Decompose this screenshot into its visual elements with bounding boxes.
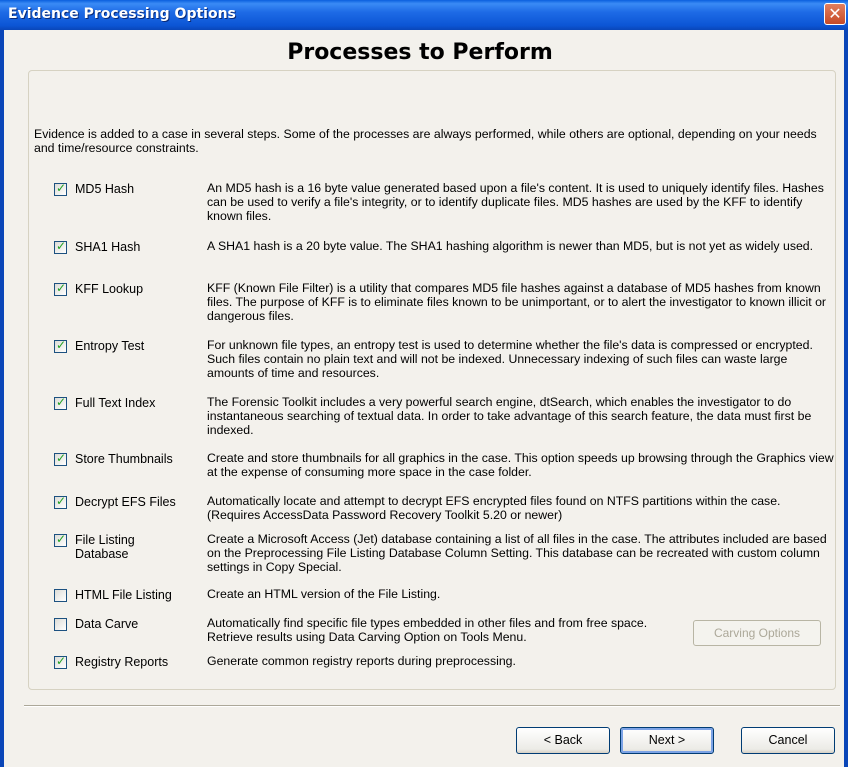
file-listing-database-description: Create a Microsoft Access (Jet) database… [207,532,827,574]
store-thumbnails-label[interactable]: Store Thumbnails [75,452,200,466]
kff-lookup-description: KFF (Known File Filter) is a utility tha… [207,281,827,323]
check-icon: ✓ [56,239,67,253]
next-button[interactable]: Next > [620,727,714,754]
check-icon: ✓ [56,338,67,352]
html-file-listing-checkbox[interactable] [54,589,67,602]
sha1-hash-description: A SHA1 hash is a 20 byte value. The SHA1… [207,239,814,253]
store-thumbnails-description: Create and store thumbnails for all grap… [207,451,834,479]
window-title: Evidence Processing Options [8,6,236,22]
html-file-listing-label[interactable]: HTML File Listing [75,588,200,602]
intro-text: Evidence is added to a case in several s… [34,127,817,155]
data-carve-description: Automatically find specific file types e… [207,616,648,644]
file-listing-database-label[interactable]: File Listing Database [75,533,165,561]
file-listing-database-checkbox[interactable]: ✓ [54,532,67,547]
md5-hash-checkbox[interactable]: ✓ [54,181,67,196]
sha1-hash-checkbox[interactable]: ✓ [54,239,67,254]
check-icon: ✓ [56,494,67,508]
store-thumbnails-checkbox[interactable]: ✓ [54,451,67,466]
carving-options-button[interactable]: Carving Options [693,620,821,646]
sha1-hash-label[interactable]: SHA1 Hash [75,240,200,254]
footer-divider-highlight [24,706,840,707]
full-text-index-description: The Forensic Toolkit includes a very pow… [207,395,812,437]
close-button[interactable]: ✕ [824,3,846,25]
back-button[interactable]: < Back [516,727,610,754]
decrypt-efs-files-label[interactable]: Decrypt EFS Files [75,495,200,509]
check-icon: ✓ [56,395,67,409]
kff-lookup-label[interactable]: KFF Lookup [75,282,200,296]
registry-reports-label[interactable]: Registry Reports [75,655,200,669]
html-file-listing-description: Create an HTML version of the File Listi… [207,587,441,601]
entropy-test-label[interactable]: Entropy Test [75,339,200,353]
data-carve-label[interactable]: Data Carve [75,617,200,631]
full-text-index-label[interactable]: Full Text Index [75,396,200,410]
full-text-index-checkbox[interactable]: ✓ [54,395,67,410]
decrypt-efs-files-description: Automatically locate and attempt to decr… [207,494,781,522]
cancel-button[interactable]: Cancel [741,727,835,754]
entropy-test-description: For unknown file types, an entropy test … [207,338,813,380]
check-icon: ✓ [56,281,67,295]
check-icon: ✓ [56,451,67,465]
check-icon: ✓ [56,654,67,668]
md5-hash-description: An MD5 hash is a 16 byte value generated… [207,181,824,223]
registry-reports-checkbox[interactable]: ✓ [54,654,67,669]
data-carve-checkbox[interactable] [54,618,67,631]
decrypt-efs-files-checkbox[interactable]: ✓ [54,494,67,509]
page-heading: Processes to Perform [287,40,553,65]
kff-lookup-checkbox[interactable]: ✓ [54,281,67,296]
md5-hash-label[interactable]: MD5 Hash [75,182,200,196]
check-icon: ✓ [56,532,67,546]
registry-reports-description: Generate common registry reports during … [207,654,516,668]
check-icon: ✓ [56,181,67,195]
entropy-test-checkbox[interactable]: ✓ [54,338,67,353]
title-bar: Evidence Processing Options ✕ [0,0,848,30]
